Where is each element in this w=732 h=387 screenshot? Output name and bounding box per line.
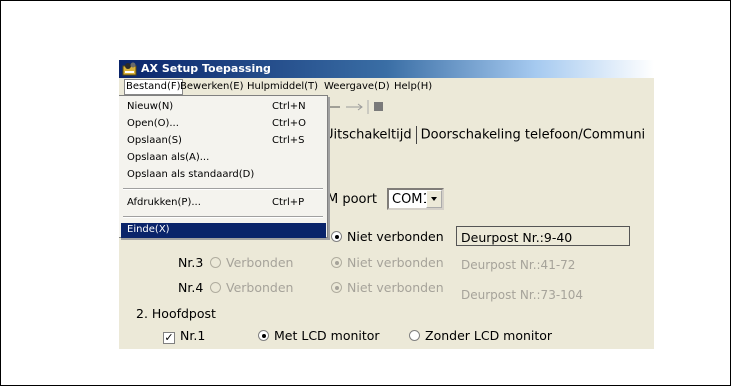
radio-button[interactable] [409,330,420,341]
option-met-lcd[interactable]: Met LCD monitor [258,328,380,343]
menu-item-opslaan-standaard[interactable]: Opslaan als standaard(D) [127,169,254,180]
radio-button[interactable] [258,330,269,341]
tab-doorschakeling[interactable]: Doorschakeling telefoon/Communi [421,128,646,143]
menu-item-opslaan[interactable]: Opslaan(S) [127,135,182,146]
menu-help[interactable]: Help(H) [394,81,432,92]
chevron-down-icon [431,197,437,201]
com-port-dropdown-button[interactable] [426,190,442,208]
shortcut-opslaan: Ctrl+S [272,135,305,146]
row-nr3-option-niet-verbonden: Niet verbonden [331,255,444,270]
menu-separator [123,188,323,190]
radio-button [210,257,221,268]
toolbar [324,96,654,118]
row-nr3-option-verbonden: Verbonden [210,255,293,270]
hoofdpost-nr1-checkbox[interactable]: ✓ Nr.1 [163,328,205,344]
check-icon[interactable]: ✓ [163,332,175,344]
radio-button [331,257,342,268]
com-port-select[interactable]: COM1 [387,188,444,210]
window-title: AX Setup Toepassing [141,62,271,75]
row-nr4-deurpost: Deurpost Nr.:73-104 [461,288,584,302]
radio-button [331,282,342,293]
menu-item-open[interactable]: Open(O)... [127,118,179,129]
com-port-label: M poort [327,192,377,207]
menu-item-einde[interactable]: Einde(X) [121,223,326,238]
title-bar: AX Setup Toepassing [119,60,654,78]
shortcut-open: Ctrl+O [272,118,307,129]
menu-bestand[interactable]: Bestand(F) [124,79,183,95]
row-nr4-label: Nr.4 [178,280,204,295]
app-window: AX Setup Toepassing Bestand(F) Bewerken(… [119,60,654,349]
toolbar-icons [326,100,383,114]
row-nr3-deurpost: Deurpost Nr.:41-72 [461,258,576,272]
menu-bar: Bestand(F) Bewerken(E) Hulpmiddel(T) Wee… [119,78,654,95]
menu-weergave[interactable]: Weergave(D) [324,81,390,92]
file-menu: Nieuw(N) Ctrl+N Open(O)... Ctrl+O Opslaa… [119,95,328,238]
tab-uitschakeltijd[interactable]: Uitschakeltijd [324,128,412,143]
menu-item-nieuw[interactable]: Nieuw(N) [127,101,173,112]
row-nr4-option-niet-verbonden: Niet verbonden [331,280,444,295]
menu-separator [123,216,323,218]
menu-hulpmiddel[interactable]: Hulpmiddel(T) [247,81,318,92]
option-zonder-lcd[interactable]: Zonder LCD monitor [409,328,552,343]
tab-strip: Uitschakeltijd Doorschakeling telefoon/Co… [324,126,654,150]
com-port-value: COM1 [392,192,431,207]
menu-item-afdrukken[interactable]: Afdrukken(P)... [127,197,201,208]
row1-deurpost: Deurpost Nr.:9-40 [461,230,573,245]
app-icon [122,62,137,76]
menu-item-opslaan-als[interactable]: Opslaan als(A)... [127,152,209,163]
row1-option-niet-verbonden[interactable]: Niet verbonden [331,229,444,244]
row-nr3-label: Nr.3 [178,255,204,270]
shortcut-nieuw: Ctrl+N [272,101,306,112]
menu-bewerken[interactable]: Bewerken(E) [180,81,244,92]
radio-button[interactable] [331,231,342,242]
radio-button [210,282,221,293]
row-nr4-option-verbonden: Verbonden [210,280,293,295]
shortcut-afdrukken: Ctrl+P [272,197,305,208]
hoofdpost-heading: 2. Hoofdpost [136,306,216,321]
